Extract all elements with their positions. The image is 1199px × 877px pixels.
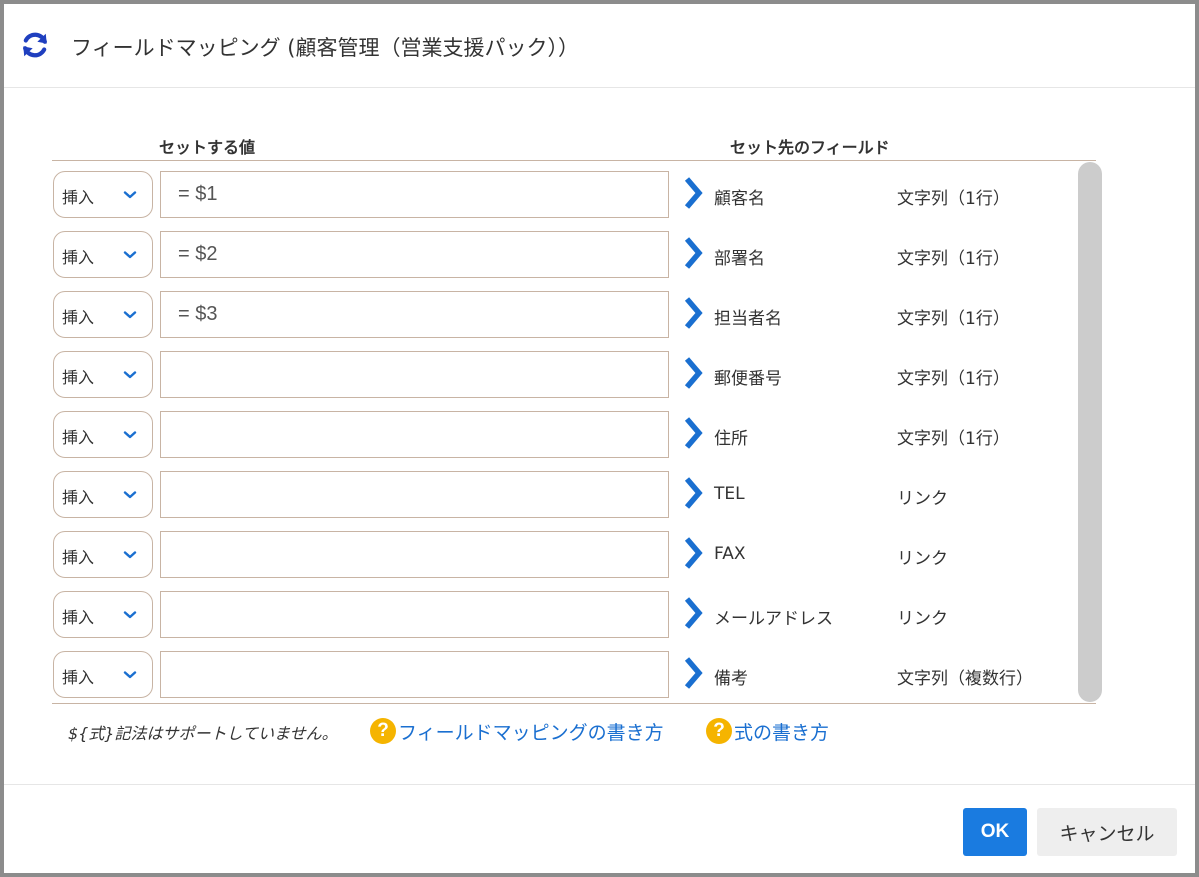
chevron-down-icon xyxy=(123,431,137,439)
mapping-row: 挿入 FAX リンク xyxy=(52,525,1096,578)
dialog-title: フィールドマッピング (顧客管理（営業支援パック）） xyxy=(71,36,579,60)
chevron-right-icon xyxy=(684,357,703,389)
value-input[interactable] xyxy=(160,651,669,698)
mode-select-value: 挿入 xyxy=(62,488,95,507)
mode-select-value: 挿入 xyxy=(62,548,95,567)
chevron-right-icon xyxy=(684,477,703,509)
value-input[interactable] xyxy=(160,351,669,398)
chevron-right-icon xyxy=(684,177,703,209)
target-field-type: 文字列（1行） xyxy=(897,429,1010,449)
help-link-formula[interactable]: ? 式の書き方 xyxy=(706,715,829,747)
refresh-icon[interactable] xyxy=(20,30,50,60)
chevron-down-icon xyxy=(123,611,137,619)
target-column-header: セット先のフィールド xyxy=(730,138,890,157)
mapping-row: 挿入 顧客名 文字列（1行） xyxy=(52,165,1096,218)
mapping-rows: 挿入顧客名文字列（1行）挿入部署名文字列（1行）挿入担当者名文字列（1行）挿入郵… xyxy=(52,160,1096,704)
mode-select-value: 挿入 xyxy=(62,248,95,267)
value-input[interactable] xyxy=(160,231,669,278)
mapping-row: 挿入 備考 文字列（複数行） xyxy=(52,645,1096,698)
mapping-row: 挿入 TEL リンク xyxy=(52,465,1096,518)
mode-select[interactable]: 挿入 xyxy=(53,531,153,578)
target-field-name: 担当者名 xyxy=(714,309,782,329)
target-field-type: リンク xyxy=(897,489,948,509)
chevron-down-icon xyxy=(123,371,137,379)
chevron-down-icon xyxy=(123,671,137,679)
mode-select-value: 挿入 xyxy=(62,308,95,327)
target-field-name: 住所 xyxy=(714,429,748,449)
chevron-right-icon xyxy=(684,537,703,569)
target-field-name: FAX xyxy=(714,544,746,564)
chevron-right-icon xyxy=(684,657,703,689)
value-column-header: セットする値 xyxy=(159,138,256,157)
chevron-right-icon xyxy=(684,417,703,449)
target-field-type: 文字列（1行） xyxy=(897,189,1010,209)
mode-select[interactable]: 挿入 xyxy=(53,231,153,278)
mode-select[interactable]: 挿入 xyxy=(53,351,153,398)
mode-select-value: 挿入 xyxy=(62,188,95,207)
question-icon: ? xyxy=(706,718,732,744)
chevron-right-icon xyxy=(684,237,703,269)
chevron-down-icon xyxy=(123,191,137,199)
cancel-button[interactable]: キャンセル xyxy=(1037,808,1177,856)
target-field-name: TEL xyxy=(714,484,745,504)
help-link-field-mapping[interactable]: ? フィールドマッピングの書き方 xyxy=(370,715,664,747)
mode-select-value: 挿入 xyxy=(62,608,95,627)
target-field-name: 部署名 xyxy=(714,249,765,269)
mode-select[interactable]: 挿入 xyxy=(53,411,153,458)
mapping-row: 挿入 メールアドレス リンク xyxy=(52,585,1096,638)
chevron-down-icon xyxy=(123,551,137,559)
value-input[interactable] xyxy=(160,471,669,518)
field-mapping-dialog: フィールドマッピング (顧客管理（営業支援パック）） セットする値 セット先のフ… xyxy=(0,0,1199,877)
chevron-right-icon xyxy=(684,297,703,329)
help-link-label[interactable]: フィールドマッピングの書き方 xyxy=(398,718,664,745)
value-input[interactable] xyxy=(160,531,669,578)
mode-select-value: 挿入 xyxy=(62,368,95,387)
question-icon: ? xyxy=(370,718,396,744)
value-input[interactable] xyxy=(160,171,669,218)
target-field-type: リンク xyxy=(897,609,948,629)
dialog-header: フィールドマッピング (顧客管理（営業支援パック）） xyxy=(4,4,1195,88)
button-bar: OK キャンセル xyxy=(4,784,1195,877)
chevron-down-icon xyxy=(123,311,137,319)
scrollbar[interactable] xyxy=(1078,162,1102,702)
mapping-row: 挿入 郵便番号 文字列（1行） xyxy=(52,345,1096,398)
mode-select-value: 挿入 xyxy=(62,428,95,447)
mode-select-value: 挿入 xyxy=(62,668,95,687)
target-field-type: 文字列（複数行） xyxy=(897,669,1033,689)
target-field-name: 顧客名 xyxy=(714,189,765,209)
mapping-row: 挿入 住所 文字列（1行） xyxy=(52,405,1096,458)
ok-button[interactable]: OK xyxy=(963,808,1027,856)
target-field-type: リンク xyxy=(897,549,948,569)
target-field-name: 備考 xyxy=(714,669,748,689)
mapping-row: 挿入 部署名 文字列（1行） xyxy=(52,225,1096,278)
target-field-type: 文字列（1行） xyxy=(897,309,1010,329)
mode-select[interactable]: 挿入 xyxy=(53,171,153,218)
target-field-type: 文字列（1行） xyxy=(897,249,1010,269)
value-input[interactable] xyxy=(160,291,669,338)
mode-select[interactable]: 挿入 xyxy=(53,471,153,518)
chevron-right-icon xyxy=(684,597,703,629)
mode-select[interactable]: 挿入 xyxy=(53,651,153,698)
mode-select[interactable]: 挿入 xyxy=(53,591,153,638)
target-field-name: 郵便番号 xyxy=(714,369,782,389)
value-input[interactable] xyxy=(160,411,669,458)
help-link-label[interactable]: 式の書き方 xyxy=(734,718,829,745)
mapping-row: 挿入 担当者名 文字列（1行） xyxy=(52,285,1096,338)
target-field-type: 文字列（1行） xyxy=(897,369,1010,389)
chevron-down-icon xyxy=(123,251,137,259)
chevron-down-icon xyxy=(123,491,137,499)
mode-select[interactable]: 挿入 xyxy=(53,291,153,338)
target-field-name: メールアドレス xyxy=(714,609,833,629)
formula-note: ${式}記法はサポートしていません。 xyxy=(68,724,338,743)
value-input[interactable] xyxy=(160,591,669,638)
